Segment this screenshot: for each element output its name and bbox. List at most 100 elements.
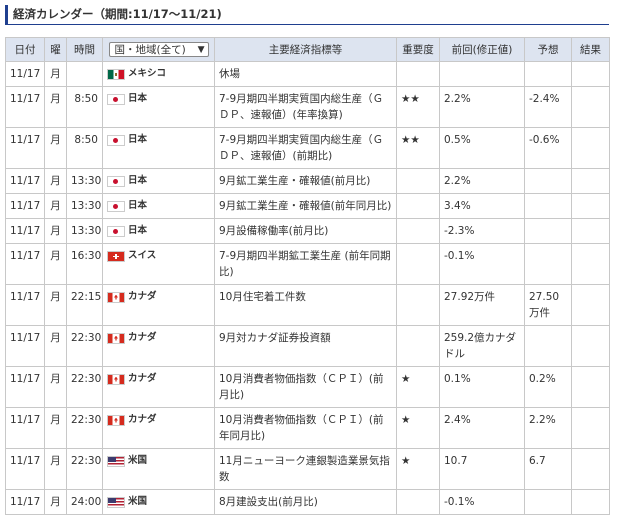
country-name: 日本 bbox=[128, 93, 148, 104]
cell-country: カナダ bbox=[102, 407, 215, 449]
cell-importance bbox=[396, 325, 440, 367]
cell-time: 22:30 bbox=[66, 448, 103, 490]
cell-date: 11/17 bbox=[5, 168, 45, 194]
cell-previous: 27.92万件 bbox=[439, 284, 525, 326]
cell-date: 11/17 bbox=[5, 193, 45, 219]
cell-time: 8:50 bbox=[66, 86, 103, 128]
table-body: 11/17 月メキシコ 休場 11/17 月 8:50 日本 7-9月期四半期実質国内総生産（… bbox=[5, 61, 610, 515]
cell-importance: ★★ bbox=[396, 127, 440, 169]
cell-time: 13:30 bbox=[66, 218, 103, 244]
table-row: 11/17 月 22:15 カナダ 10月住宅着工件数 27.92万件 27.50万件 bbox=[5, 284, 610, 326]
cell-result bbox=[571, 325, 610, 367]
header-weekday: 曜 bbox=[44, 37, 67, 62]
cell-previous: 2.2% bbox=[439, 86, 525, 128]
chevron-down-icon: ▼ bbox=[197, 45, 205, 55]
cell-previous: -2.3% bbox=[439, 218, 525, 244]
cell-indicator: 10月住宅着工件数 bbox=[214, 284, 397, 326]
cell-weekday: 月 bbox=[44, 218, 67, 244]
cell-indicator: 8月建設支出(前月比) bbox=[214, 489, 397, 515]
cell-forecast bbox=[524, 243, 572, 285]
table-row: 11/17 月 22:30 カナダ 9月対カナダ証券投資額 259.2億カナダドル bbox=[5, 325, 610, 367]
cell-result bbox=[571, 61, 610, 87]
cell-country: カナダ bbox=[102, 325, 215, 367]
cell-importance: ★★ bbox=[396, 86, 440, 128]
cell-forecast: 0.2% bbox=[524, 366, 572, 408]
cell-result bbox=[571, 243, 610, 285]
cell-country: メキシコ bbox=[102, 61, 215, 87]
table-row: 11/17 月 メキシコ 休場 bbox=[5, 61, 610, 87]
cell-date: 11/17 bbox=[5, 127, 45, 169]
cell-weekday: 月 bbox=[44, 448, 67, 490]
cell-indicator: 9月鉱工業生産・確報値(前年同月比) bbox=[214, 193, 397, 219]
cell-weekday: 月 bbox=[44, 193, 67, 219]
header-country: 国・地域(全て) ▼ bbox=[102, 37, 215, 62]
cell-importance bbox=[396, 168, 440, 194]
cell-time bbox=[66, 61, 103, 87]
flag-ca-icon bbox=[107, 291, 125, 303]
cell-time: 24:00 bbox=[66, 489, 103, 515]
cell-result bbox=[571, 407, 610, 449]
cell-forecast: -2.4% bbox=[524, 86, 572, 128]
table-row: 11/17 月 13:30 日本 9月鉱工業生産・確報値(前年同月比) 3.4% bbox=[5, 193, 610, 219]
country-name: カナダ bbox=[128, 373, 157, 384]
flag-ca-icon bbox=[107, 373, 125, 385]
country-filter-select[interactable]: 国・地域(全て) ▼ bbox=[108, 42, 209, 57]
cell-weekday: 月 bbox=[44, 127, 67, 169]
cell-weekday: 月 bbox=[44, 168, 67, 194]
table-row: 11/17 月 22:30 米国 11月ニューヨーク連銀製造業景気指数 ★ 10.7 6.7 bbox=[5, 448, 610, 490]
cell-time: 13:30 bbox=[66, 193, 103, 219]
cell-country: 日本 bbox=[102, 86, 215, 128]
cell-indicator: 9月対カナダ証券投資額 bbox=[214, 325, 397, 367]
cell-indicator: 10月消費者物価指数（ＣＰＩ）(前月比) bbox=[214, 366, 397, 408]
cell-time: 8:50 bbox=[66, 127, 103, 169]
cell-result bbox=[571, 284, 610, 326]
page-title: 経済カレンダー（期間:11/17～11/21) bbox=[5, 5, 609, 25]
country-name: カナダ bbox=[128, 414, 157, 425]
country-name: スイス bbox=[128, 250, 157, 261]
cell-indicator: 7-9月期四半期鉱工業生産 (前年同期比) bbox=[214, 243, 397, 285]
cell-country: 米国 bbox=[102, 489, 215, 515]
cell-date: 11/17 bbox=[5, 366, 45, 408]
cell-date: 11/17 bbox=[5, 243, 45, 285]
cell-weekday: 月 bbox=[44, 243, 67, 285]
country-name: 日本 bbox=[128, 175, 148, 186]
country-name: カナダ bbox=[128, 332, 157, 343]
header-importance: 重要度 bbox=[396, 37, 440, 62]
cell-forecast: 6.7 bbox=[524, 448, 572, 490]
cell-forecast bbox=[524, 61, 572, 87]
cell-previous bbox=[439, 61, 525, 87]
flag-us-icon bbox=[107, 496, 125, 508]
cell-country: 米国 bbox=[102, 448, 215, 490]
cell-indicator: 7-9月期四半期実質国内総生産（ＧＤＰ、速報値）(前期比) bbox=[214, 127, 397, 169]
header-previous: 前回(修正値) bbox=[439, 37, 525, 62]
cell-forecast bbox=[524, 489, 572, 515]
cell-importance bbox=[396, 243, 440, 285]
country-name: 日本 bbox=[128, 225, 148, 236]
cell-country: スイス bbox=[102, 243, 215, 285]
cell-weekday: 月 bbox=[44, 325, 67, 367]
flag-ch-icon bbox=[107, 250, 125, 262]
cell-indicator: 休場 bbox=[214, 61, 397, 87]
table-header-row: 日付 曜 時間 国・地域(全て) ▼ 主要経済指標等 重要度 前回(修正値) 予… bbox=[5, 37, 610, 62]
country-name: メキシコ bbox=[128, 68, 167, 79]
economic-calendar-table: 日付 曜 時間 国・地域(全て) ▼ 主要経済指標等 重要度 前回(修正値) 予… bbox=[5, 37, 610, 515]
cell-forecast bbox=[524, 168, 572, 194]
cell-previous: -0.1% bbox=[439, 243, 525, 285]
cell-weekday: 月 bbox=[44, 366, 67, 408]
cell-country: 日本 bbox=[102, 168, 215, 194]
flag-jp-icon bbox=[107, 175, 125, 187]
cell-result bbox=[571, 86, 610, 128]
cell-result bbox=[571, 366, 610, 408]
flag-jp-icon bbox=[107, 225, 125, 237]
header-indicator: 主要経済指標等 bbox=[214, 37, 397, 62]
cell-date: 11/17 bbox=[5, 448, 45, 490]
cell-weekday: 月 bbox=[44, 489, 67, 515]
table-row: 11/17 月 24:00 米国 8月建設支出(前月比) -0.1% bbox=[5, 489, 610, 515]
cell-result bbox=[571, 168, 610, 194]
cell-importance bbox=[396, 61, 440, 87]
cell-previous: 3.4% bbox=[439, 193, 525, 219]
cell-result bbox=[571, 193, 610, 219]
table-row: 11/17 月 22:30 カナダ 10月消費者物価指数（ＣＰＩ）(前月比) ★ 0.1% 0… bbox=[5, 366, 610, 408]
cell-country: 日本 bbox=[102, 193, 215, 219]
cell-previous: 10.7 bbox=[439, 448, 525, 490]
